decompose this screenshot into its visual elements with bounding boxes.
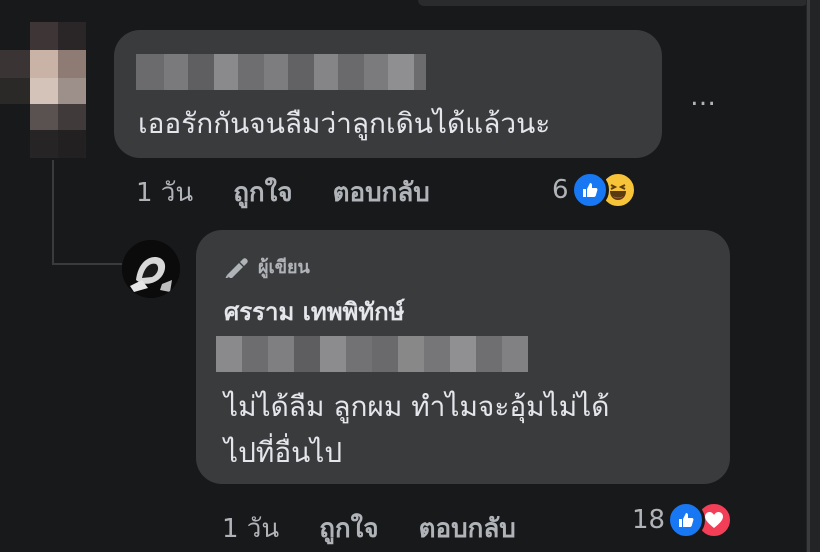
- pen-icon: [224, 256, 250, 278]
- commenter-avatar-blurred[interactable]: [0, 22, 110, 162]
- author-avatar[interactable]: [122, 240, 180, 298]
- like-icon: [570, 171, 609, 209]
- comment-timestamp[interactable]: 1 วัน: [136, 172, 193, 213]
- previous-comment-edge: [418, 0, 808, 6]
- reply-text: ไม่ได้ลืม ลูกผม ทำไมจะอุ้มไม่ได้ ไปที่อื…: [224, 384, 609, 476]
- thread-connector-vertical: [52, 160, 54, 265]
- reply-timestamp[interactable]: 1 วัน: [222, 508, 279, 549]
- scrollbar-border: [807, 0, 810, 552]
- comment-actions: 1 วัน ถูกใจ ตอบกลับ: [136, 172, 430, 213]
- reply-actions: 1 วัน ถูกใจ ตอบกลับ: [222, 508, 516, 549]
- reply-text-line1: ไม่ได้ลืม ลูกผม ทำไมจะอุ้มไม่ได้: [224, 390, 610, 423]
- reply-bubble: ผู้เขียน ศรราม เทพพิทักษ์ ไม่ได้ลืม ลูกผ…: [196, 230, 730, 484]
- reply-link[interactable]: ตอบกลับ: [333, 172, 430, 213]
- reply-reply-link[interactable]: ตอบกลับ: [419, 508, 516, 549]
- comment-text: เออรักกันจนลืมว่าลูกเดินได้แล้วนะ: [138, 107, 551, 140]
- comment-reactions[interactable]: 6: [552, 171, 637, 209]
- author-name[interactable]: ศรราม เทพพิทักษ์: [224, 292, 405, 331]
- more-options-icon[interactable]: …: [690, 82, 718, 112]
- reply-like-link[interactable]: ถูกใจ: [319, 508, 378, 549]
- reply-reactions[interactable]: 18: [632, 501, 734, 539]
- like-link[interactable]: ถูกใจ: [233, 172, 292, 213]
- thread-connector-horizontal: [52, 263, 122, 265]
- comment-bubble: เออรักกันจนลืมว่าลูกเดินได้แล้วนะ: [114, 30, 662, 158]
- author-badge-label: ผู้เขียน: [258, 257, 310, 278]
- commenter-name-blurred[interactable]: [136, 54, 426, 90]
- like-icon: [667, 501, 706, 539]
- tagged-name-blurred[interactable]: [216, 336, 528, 372]
- reply-reaction-count: 18: [632, 505, 666, 535]
- author-badge: ผู้เขียน: [224, 252, 310, 281]
- reply-text-line2: ไปที่อื่นไป: [224, 436, 343, 469]
- reaction-count: 6: [552, 175, 569, 205]
